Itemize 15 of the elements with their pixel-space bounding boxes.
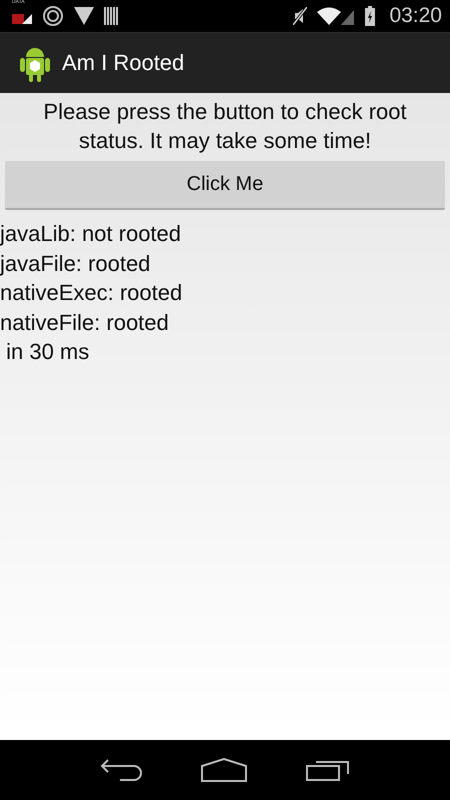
data-icon [12,14,32,24]
clock: 03:20 [389,4,442,28]
back-icon[interactable] [100,758,142,782]
recent-apps-icon[interactable] [306,758,350,782]
home-icon[interactable] [200,758,247,782]
barcode-icon [104,7,118,25]
result-line: in 30 ms [5,338,90,366]
result-line: nativeFile: rooted [0,308,169,336]
wifi-icon [317,7,356,25]
mute-icon [293,7,308,25]
result-line: nativeExec: rooted [0,279,182,307]
battery-icon [365,6,376,26]
instructions-text: Please press the button to check root status. It may take some time! [42,98,408,155]
app-title: Am I Rooted [62,50,184,76]
click-me-button[interactable]: Click Me [5,161,445,210]
